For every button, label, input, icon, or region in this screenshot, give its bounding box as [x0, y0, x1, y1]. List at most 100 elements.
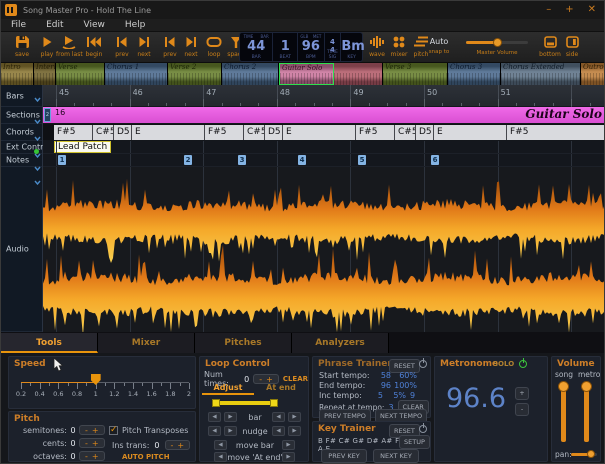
- chevron-down-icon[interactable]: [34, 87, 41, 106]
- overview-section-chorus-extended[interactable]: Chorus Extended: [501, 63, 581, 85]
- menu-view[interactable]: View: [74, 20, 115, 30]
- chord-cell[interactable]: D5: [114, 125, 132, 140]
- song-volume-handle[interactable]: [558, 381, 569, 392]
- dock-bottom-button[interactable]: bottom: [539, 35, 561, 58]
- dock-side-button[interactable]: side: [561, 35, 583, 58]
- track-label-ext-control[interactable]: Ext Control: [1, 141, 50, 159]
- tab-analyzers[interactable]: Analyzers: [292, 333, 389, 353]
- chord-cell[interactable]: F#5: [356, 125, 395, 140]
- pan-handle[interactable]: [586, 450, 595, 458]
- loop-tab-adjust[interactable]: Adjust: [202, 383, 254, 395]
- loop-move-bar-row-arrow-button[interactable]: ◀: [214, 440, 227, 450]
- stepper-minus[interactable]: -: [83, 452, 90, 461]
- overview-section-verse-2[interactable]: Verse 2: [168, 63, 222, 85]
- chords-row[interactable]: F#5 C#5 D5 E F#5 C#5 D5 E F#5 C#5 D5 E F#5: [43, 124, 604, 141]
- metronome-solo-button[interactable]: SOLO: [493, 360, 514, 368]
- note-marker[interactable]: 4: [298, 155, 306, 165]
- loop-move-bar-row-arrow-button[interactable]: ▶: [282, 440, 295, 450]
- wave-view-button[interactable]: wave: [367, 35, 387, 58]
- save-button[interactable]: save: [9, 35, 35, 58]
- song-overview-strip[interactable]: Intro InterludeVerse Chorus 1 Verse 2 Chorus…: [1, 63, 604, 85]
- next-button[interactable]: next: [131, 35, 157, 58]
- master-volume-slider[interactable]: Master Volume: [466, 38, 528, 56]
- next-key-button[interactable]: NEXT KEY: [373, 449, 419, 463]
- track-label-sections[interactable]: Sections: [1, 107, 42, 125]
- metro-volume-slider[interactable]: [581, 381, 592, 442]
- loop-move-atend-row-arrow-button[interactable]: ◀: [214, 452, 227, 462]
- num-times-minus[interactable]: -: [257, 375, 264, 384]
- sections-row[interactable]: 2 16 Guitar Solo: [43, 107, 604, 124]
- phrase-power-icon[interactable]: [419, 358, 427, 368]
- ins-trans-minus[interactable]: -: [169, 441, 176, 450]
- overview-section-chorus-2[interactable]: Chorus 2: [222, 63, 279, 85]
- loop-bar-row-arrow-button[interactable]: ▶: [224, 412, 237, 422]
- speed-slider-handle[interactable]: [90, 374, 101, 385]
- pitch-row-stepper[interactable]: - +: [79, 425, 105, 435]
- tab-mixer[interactable]: Mixer: [98, 333, 195, 353]
- note-marker[interactable]: 6: [431, 155, 439, 165]
- note-marker[interactable]: 5: [358, 155, 366, 165]
- ext-control-tag[interactable]: Lead Patch: [54, 141, 112, 153]
- loop-range-slider[interactable]: [208, 399, 302, 407]
- chord-cell[interactable]: E: [132, 125, 205, 140]
- loop-bar-row-arrow-button[interactable]: ◀: [272, 412, 285, 422]
- loop-marker[interactable]: 2: [44, 108, 51, 122]
- minimize-button[interactable]: –: [546, 5, 551, 15]
- note-marker[interactable]: 1: [58, 155, 66, 165]
- loop-clear-button[interactable]: CLEAR: [283, 375, 308, 383]
- chord-cell[interactable]: E: [283, 125, 356, 140]
- note-marker[interactable]: 3: [238, 155, 246, 165]
- loop-range-handle-left[interactable]: [212, 399, 220, 407]
- loop-tab-atend[interactable]: At end: [256, 383, 306, 392]
- num-times-plus[interactable]: +: [264, 375, 275, 384]
- overview-section-unnamed[interactable]: [334, 63, 383, 85]
- metronome-decrease-button[interactable]: -: [515, 403, 529, 416]
- overview-section-verse-3[interactable]: Verse 3: [383, 63, 448, 85]
- chord-cell[interactable]: E: [434, 125, 507, 140]
- maximize-button[interactable]: +: [565, 5, 573, 15]
- chevron-down-icon[interactable]: [34, 170, 41, 189]
- overview-section-verse[interactable]: Verse: [56, 63, 105, 85]
- ins-trans-plus[interactable]: +: [175, 441, 186, 450]
- chord-cell[interactable]: F#5: [507, 125, 604, 140]
- bars-ruler[interactable]: 45 46 47 48 49 50 51: [43, 85, 604, 107]
- tab-tools[interactable]: Tools: [1, 333, 98, 353]
- overview-section-chorus-1[interactable]: Chorus 1: [105, 63, 168, 85]
- metronome-power-icon[interactable]: [519, 358, 527, 368]
- ins-trans-stepper[interactable]: - +: [164, 440, 191, 450]
- overview-section-intro[interactable]: Intro: [1, 63, 34, 85]
- loop-nudge-row-arrow-button[interactable]: ◀: [272, 426, 285, 436]
- pitch-transposes-checkbox[interactable]: [109, 425, 118, 435]
- auto-pitch-button[interactable]: AUTO PITCH: [122, 453, 170, 461]
- track-label-bars[interactable]: Bars: [1, 85, 42, 107]
- stepper-plus[interactable]: +: [90, 452, 101, 461]
- chord-cell[interactable]: D5: [416, 125, 434, 140]
- overview-section-interlude[interactable]: Interlude: [34, 63, 56, 85]
- note-marker[interactable]: 2: [184, 155, 192, 165]
- stepper-minus[interactable]: -: [83, 439, 90, 448]
- overview-section-outro[interactable]: Outro: [581, 63, 604, 85]
- loop-nudge-row-arrow-button[interactable]: ◀: [208, 426, 221, 436]
- notes-row[interactable]: 1 2 3 4 5 6: [43, 154, 604, 167]
- master-volume-handle[interactable]: [493, 38, 503, 47]
- overview-section-chorus-3[interactable]: Chorus 3: [448, 63, 501, 85]
- close-button[interactable]: ✕: [588, 5, 596, 15]
- overview-section-guitar-solo[interactable]: Guitar Solo: [279, 63, 334, 85]
- chord-cell[interactable]: F#5: [54, 125, 93, 140]
- loop-move-atend-row-arrow-button[interactable]: ▶: [282, 452, 295, 462]
- song-volume-slider[interactable]: [558, 381, 569, 442]
- key-power-icon[interactable]: [419, 423, 427, 433]
- menu-edit[interactable]: Edit: [36, 20, 73, 30]
- stepper-plus[interactable]: +: [90, 439, 101, 448]
- prev-key-button[interactable]: PREV KEY: [321, 449, 367, 463]
- snap-to-value[interactable]: Auto: [424, 37, 454, 46]
- menu-help[interactable]: Help: [115, 20, 156, 30]
- track-label-chords[interactable]: Chords: [1, 124, 42, 142]
- loop-range-handle-right[interactable]: [270, 399, 278, 407]
- mixer-view-button[interactable]: mixer: [389, 35, 409, 58]
- loop-nudge-row-arrow-button[interactable]: ▶: [288, 426, 301, 436]
- tab-pitches[interactable]: Pitches: [195, 333, 292, 353]
- menu-file[interactable]: File: [1, 20, 36, 30]
- metro-volume-handle[interactable]: [581, 381, 592, 392]
- begin-button[interactable]: begin: [81, 35, 107, 58]
